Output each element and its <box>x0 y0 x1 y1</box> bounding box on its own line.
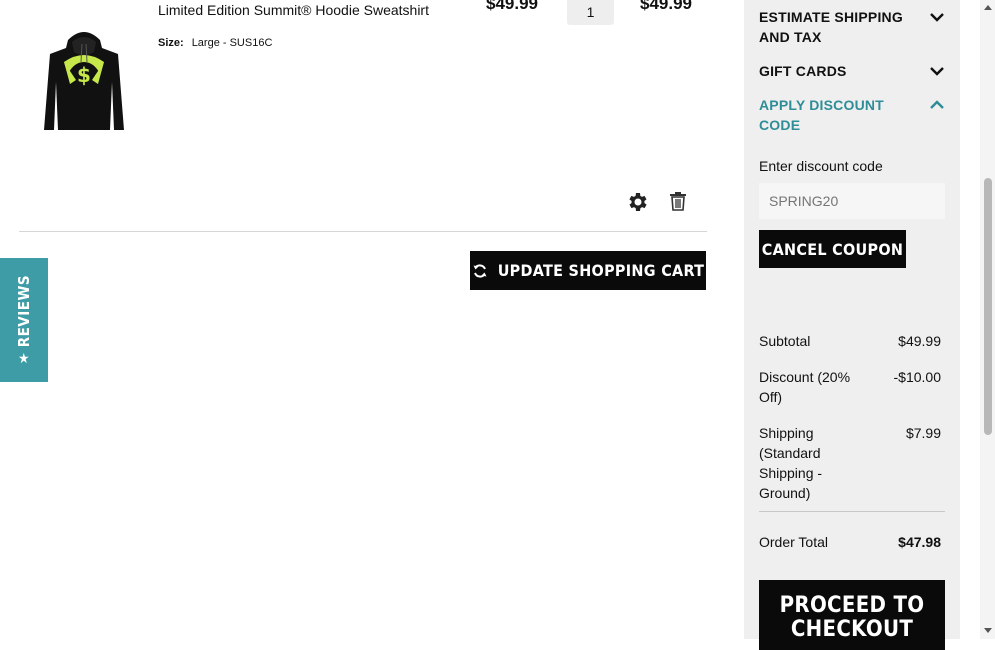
chevron-down-icon <box>930 67 944 76</box>
estimate-shipping-title: ESTIMATE SHIPPING AND TAX <box>759 9 903 45</box>
remove-item-trash-icon[interactable] <box>667 190 689 212</box>
refresh-icon <box>473 263 487 278</box>
order-total-label: Order Total <box>759 534 828 550</box>
apply-discount-title: APPLY DISCOUNT CODE <box>759 97 884 133</box>
update-shopping-cart-label: UPDATE SHOPPING CART <box>497 261 705 280</box>
gift-cards-title: GIFT CARDS <box>759 63 847 79</box>
scroll-up-arrow-icon[interactable] <box>982 2 994 12</box>
accordion-apply-discount[interactable]: APPLY DISCOUNT CODE <box>759 95 949 135</box>
option-label: Size: <box>158 37 184 49</box>
item-subtotal: $49.99 <box>640 0 692 13</box>
scroll-down-arrow-icon[interactable] <box>982 626 994 636</box>
product-image[interactable]: $ <box>34 22 134 140</box>
quantity-input[interactable]: 1 <box>567 0 614 25</box>
star-icon: ★ <box>18 351 30 368</box>
cancel-coupon-button[interactable]: CANCEL COUPON <box>759 230 906 268</box>
trash-icon <box>670 192 686 211</box>
chevron-up-icon <box>930 100 944 109</box>
cart-divider <box>19 231 707 232</box>
reviews-tab[interactable]: ★ REVIEWS <box>0 258 48 382</box>
discount-value: -$10.00 <box>893 369 941 385</box>
chevron-down-icon <box>930 13 944 22</box>
proceed-to-checkout-button[interactable]: PROCEED TO CHECKOUT <box>759 580 945 650</box>
checkout-label-line1: PROCEED TO <box>779 593 925 618</box>
scrollbar-thumb[interactable] <box>984 178 992 435</box>
summary-divider <box>759 511 945 512</box>
hoodie-image: $ <box>44 32 124 130</box>
item-price: $49.99 <box>486 0 538 13</box>
update-shopping-cart-button[interactable]: UPDATE SHOPPING CART <box>470 251 706 290</box>
reviews-tab-label: REVIEWS <box>15 274 33 348</box>
order-total-value: $47.98 <box>898 534 941 550</box>
discount-code-input[interactable] <box>759 183 945 219</box>
product-option: Size: Large - SUS16C <box>158 37 272 49</box>
edit-item-gear-icon[interactable] <box>626 190 650 214</box>
shipping-value: $7.99 <box>905 425 941 441</box>
discount-code-label: Enter discount code <box>759 158 883 174</box>
shipping-label: Shipping (Standard Shipping - Ground) <box>759 425 823 501</box>
product-name[interactable]: Limited Edition Summit® Hoodie Sweatshir… <box>158 2 429 18</box>
gear-icon <box>629 193 647 211</box>
svg-text:$: $ <box>77 63 91 87</box>
accordion-estimate-shipping[interactable]: ESTIMATE SHIPPING AND TAX <box>759 7 949 47</box>
discount-label: Discount (20% Off) <box>759 369 851 405</box>
accordion-gift-cards[interactable]: GIFT CARDS <box>759 61 949 81</box>
subtotal-value: $49.99 <box>898 333 941 349</box>
subtotal-label: Subtotal <box>759 333 811 349</box>
option-value: Large - SUS16C <box>191 37 273 49</box>
checkout-label-line2: CHECKOUT <box>790 617 914 642</box>
